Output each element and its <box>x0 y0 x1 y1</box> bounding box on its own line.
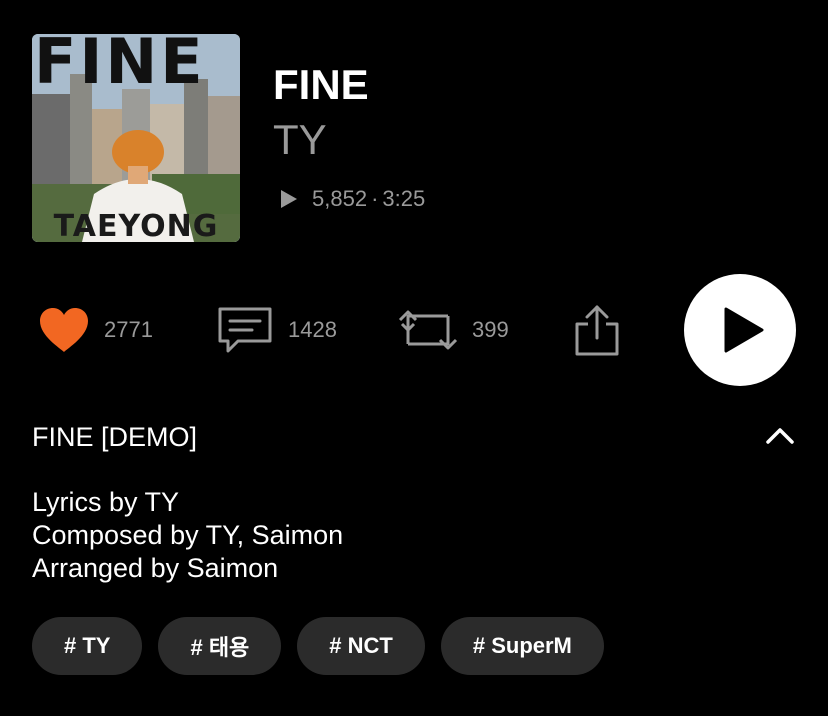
tag-chip[interactable]: # 태용 <box>158 617 282 675</box>
share-icon <box>574 304 620 356</box>
play-triangle-icon <box>280 189 298 209</box>
collapse-description-button[interactable] <box>764 422 796 450</box>
track-artist[interactable]: TY <box>273 115 327 165</box>
comment-button[interactable]: 1428 <box>216 300 337 360</box>
share-button[interactable] <box>574 300 620 360</box>
play-button[interactable] <box>684 274 796 386</box>
track-duration: 3:25 <box>382 186 426 211</box>
credit-line: Composed by TY, Saimon <box>32 520 344 550</box>
track-title: FINE <box>273 61 369 108</box>
play-icon <box>724 307 764 353</box>
credits: Lyrics by TY Composed by TY, Saimon Arra… <box>32 486 343 585</box>
repost-count: 399 <box>472 317 509 342</box>
like-count: 2771 <box>104 317 153 342</box>
tag-list: # TY # 태용 # NCT # SuperM <box>32 617 604 675</box>
artwork-title-text: FINE <box>34 34 206 98</box>
artwork-artist-text: TAEYONG <box>53 209 219 242</box>
chevron-up-icon <box>765 427 795 445</box>
repost-button[interactable]: 399 <box>398 300 509 360</box>
meta-separator: · <box>371 186 379 211</box>
comment-icon <box>216 305 274 355</box>
comment-count: 1428 <box>288 317 337 342</box>
credit-line: Arranged by Saimon <box>32 553 279 583</box>
description-title: FINE [DEMO] <box>32 422 198 452</box>
play-count: 5,852 <box>312 186 368 211</box>
track-meta: 5,852 · 3:25 <box>280 186 425 212</box>
like-button[interactable]: 2771 <box>38 300 153 360</box>
heart-icon <box>38 306 90 354</box>
album-artwork[interactable]: FINE TAEYONG <box>32 34 240 242</box>
tag-chip[interactable]: # NCT <box>297 617 425 675</box>
tag-chip[interactable]: # SuperM <box>440 617 604 675</box>
credit-line: Lyrics by TY <box>32 487 180 517</box>
tag-chip[interactable]: # TY <box>32 617 143 675</box>
repost-icon <box>398 308 458 352</box>
